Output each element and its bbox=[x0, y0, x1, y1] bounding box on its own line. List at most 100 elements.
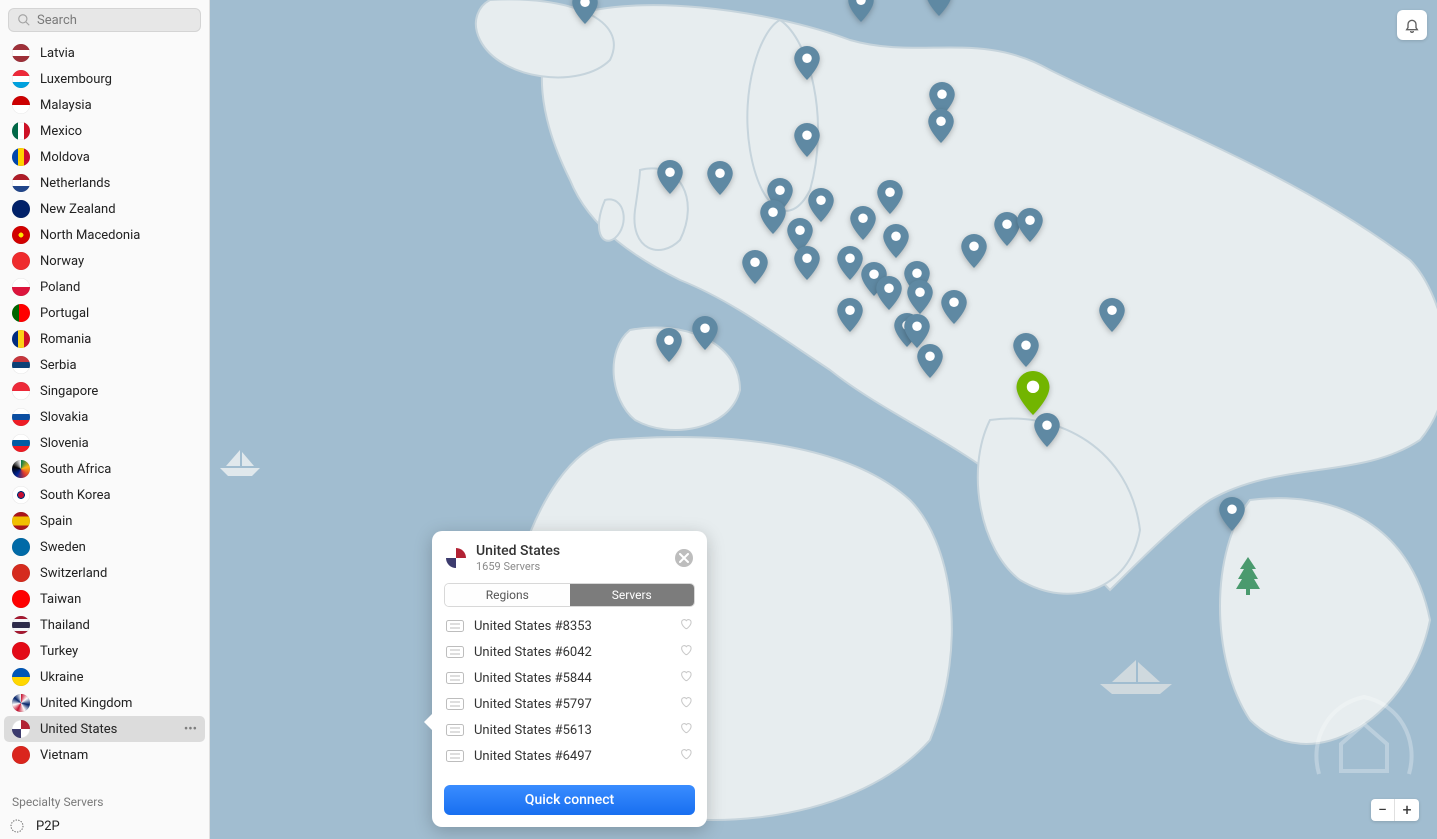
notifications-button[interactable] bbox=[1397, 10, 1427, 40]
country-item-no[interactable]: Norway••• bbox=[4, 248, 205, 274]
country-item-sg[interactable]: Singapore••• bbox=[4, 378, 205, 404]
country-item-pl[interactable]: Poland••• bbox=[4, 274, 205, 300]
map-pin[interactable] bbox=[1099, 298, 1125, 332]
server-item[interactable]: United States #5844 bbox=[438, 665, 701, 691]
flag-icon bbox=[12, 200, 30, 218]
country-item-tr[interactable]: Turkey••• bbox=[4, 638, 205, 664]
map-pin-current[interactable] bbox=[1016, 371, 1050, 415]
zoom-out-button[interactable]: − bbox=[1371, 799, 1395, 821]
map-pin[interactable] bbox=[904, 314, 930, 348]
country-item-si[interactable]: Slovenia••• bbox=[4, 430, 205, 456]
map-area[interactable]: − + United States 1659 Servers Regions S… bbox=[210, 0, 1437, 839]
country-label: Singapore bbox=[40, 384, 98, 399]
map-pin[interactable] bbox=[848, 0, 874, 22]
country-item-sk[interactable]: Slovakia••• bbox=[4, 404, 205, 430]
map-pin[interactable] bbox=[917, 344, 943, 378]
server-list[interactable]: United States #8353United States #6042 Un… bbox=[432, 613, 707, 777]
map-pin[interactable] bbox=[794, 123, 820, 157]
country-item-nz[interactable]: New Zealand••• bbox=[4, 196, 205, 222]
map-pin[interactable] bbox=[742, 250, 768, 284]
search-input[interactable] bbox=[37, 13, 192, 28]
map-pin[interactable] bbox=[808, 188, 834, 222]
country-item-lv[interactable]: Latvia••• bbox=[4, 40, 205, 66]
map-pin[interactable] bbox=[877, 180, 903, 214]
map-pin[interactable] bbox=[926, 0, 952, 16]
map-pin[interactable] bbox=[692, 316, 718, 350]
favorite-icon[interactable] bbox=[679, 695, 693, 713]
map-pin[interactable] bbox=[837, 246, 863, 280]
popup-close-button[interactable] bbox=[675, 549, 693, 567]
country-item-mk[interactable]: North Macedonia••• bbox=[4, 222, 205, 248]
map-pin[interactable] bbox=[760, 200, 786, 234]
flag-icon bbox=[12, 174, 30, 192]
server-label: United States #5844 bbox=[474, 671, 592, 686]
specialty-title: Specialty Servers bbox=[0, 789, 209, 813]
country-item-us[interactable]: United States••• bbox=[4, 716, 205, 742]
zoom-in-button[interactable]: + bbox=[1395, 799, 1419, 821]
map-pin[interactable] bbox=[961, 234, 987, 268]
country-item-md[interactable]: Moldova••• bbox=[4, 144, 205, 170]
map-pin[interactable] bbox=[1219, 497, 1245, 531]
country-label: Mexico bbox=[40, 124, 82, 139]
country-item-gb[interactable]: United Kingdom••• bbox=[4, 690, 205, 716]
country-item-ch[interactable]: Switzerland••• bbox=[4, 560, 205, 586]
close-icon bbox=[679, 553, 689, 563]
map-pin[interactable] bbox=[883, 224, 909, 258]
specialty-item-p2p[interactable]: P2P bbox=[0, 813, 209, 839]
search-box[interactable] bbox=[8, 8, 201, 32]
more-icon[interactable]: ••• bbox=[184, 722, 197, 737]
map-pin[interactable] bbox=[928, 109, 954, 143]
country-popup: United States 1659 Servers Regions Serve… bbox=[432, 531, 707, 827]
server-item[interactable]: United States #8353 bbox=[438, 613, 701, 639]
map-pin[interactable] bbox=[657, 160, 683, 194]
map-pin[interactable] bbox=[656, 328, 682, 362]
server-item[interactable]: United States #6497 bbox=[438, 743, 701, 769]
server-item[interactable]: United States #5797 bbox=[438, 691, 701, 717]
specialty-label: P2P bbox=[36, 819, 60, 834]
popup-title: United States bbox=[476, 543, 675, 559]
server-label: United States #6497 bbox=[474, 749, 592, 764]
country-item-es[interactable]: Spain••• bbox=[4, 508, 205, 534]
favorite-icon[interactable] bbox=[679, 643, 693, 661]
favorite-icon[interactable] bbox=[679, 747, 693, 765]
country-item-th[interactable]: Thailand••• bbox=[4, 612, 205, 638]
tab-regions[interactable]: Regions bbox=[445, 584, 570, 606]
map-pin[interactable] bbox=[707, 161, 733, 195]
country-item-nl[interactable]: Netherlands••• bbox=[4, 170, 205, 196]
server-item[interactable]: United States #6042 bbox=[438, 639, 701, 665]
server-item[interactable]: United States #5613 bbox=[438, 717, 701, 743]
map-pin[interactable] bbox=[907, 280, 933, 314]
p2p-icon bbox=[8, 817, 26, 835]
country-item-my[interactable]: Malaysia••• bbox=[4, 92, 205, 118]
map-pin[interactable] bbox=[941, 290, 967, 324]
country-item-lu[interactable]: Luxembourg••• bbox=[4, 66, 205, 92]
favorite-icon[interactable] bbox=[679, 617, 693, 635]
map-pin[interactable] bbox=[794, 246, 820, 280]
map-pin[interactable] bbox=[1034, 413, 1060, 447]
country-item-tw[interactable]: Taiwan••• bbox=[4, 586, 205, 612]
country-item-ua[interactable]: Ukraine••• bbox=[4, 664, 205, 690]
map-pin[interactable] bbox=[876, 276, 902, 310]
map-pin[interactable] bbox=[1013, 333, 1039, 367]
bell-icon bbox=[1404, 17, 1420, 33]
country-item-kr[interactable]: South Korea••• bbox=[4, 482, 205, 508]
country-item-rs[interactable]: Serbia••• bbox=[4, 352, 205, 378]
map-pin[interactable] bbox=[1017, 208, 1043, 242]
map-pin[interactable] bbox=[837, 298, 863, 332]
favorite-icon[interactable] bbox=[679, 721, 693, 739]
quick-connect-button[interactable]: Quick connect bbox=[444, 785, 695, 815]
country-item-vn[interactable]: Vietnam••• bbox=[4, 742, 205, 768]
country-list[interactable]: Latvia•••Luxembourg•••Malaysia•••Mexico•… bbox=[0, 40, 209, 789]
map-pin[interactable] bbox=[794, 46, 820, 80]
country-item-za[interactable]: South Africa••• bbox=[4, 456, 205, 482]
country-item-ro[interactable]: Romania••• bbox=[4, 326, 205, 352]
map-pin[interactable] bbox=[572, 0, 598, 24]
flag-icon bbox=[12, 382, 30, 400]
favorite-icon[interactable] bbox=[679, 669, 693, 687]
map-pin[interactable] bbox=[850, 206, 876, 240]
tab-servers[interactable]: Servers bbox=[570, 584, 695, 606]
country-label: Poland bbox=[40, 280, 80, 295]
country-item-pt[interactable]: Portugal••• bbox=[4, 300, 205, 326]
country-item-se[interactable]: Sweden••• bbox=[4, 534, 205, 560]
country-item-mx[interactable]: Mexico••• bbox=[4, 118, 205, 144]
